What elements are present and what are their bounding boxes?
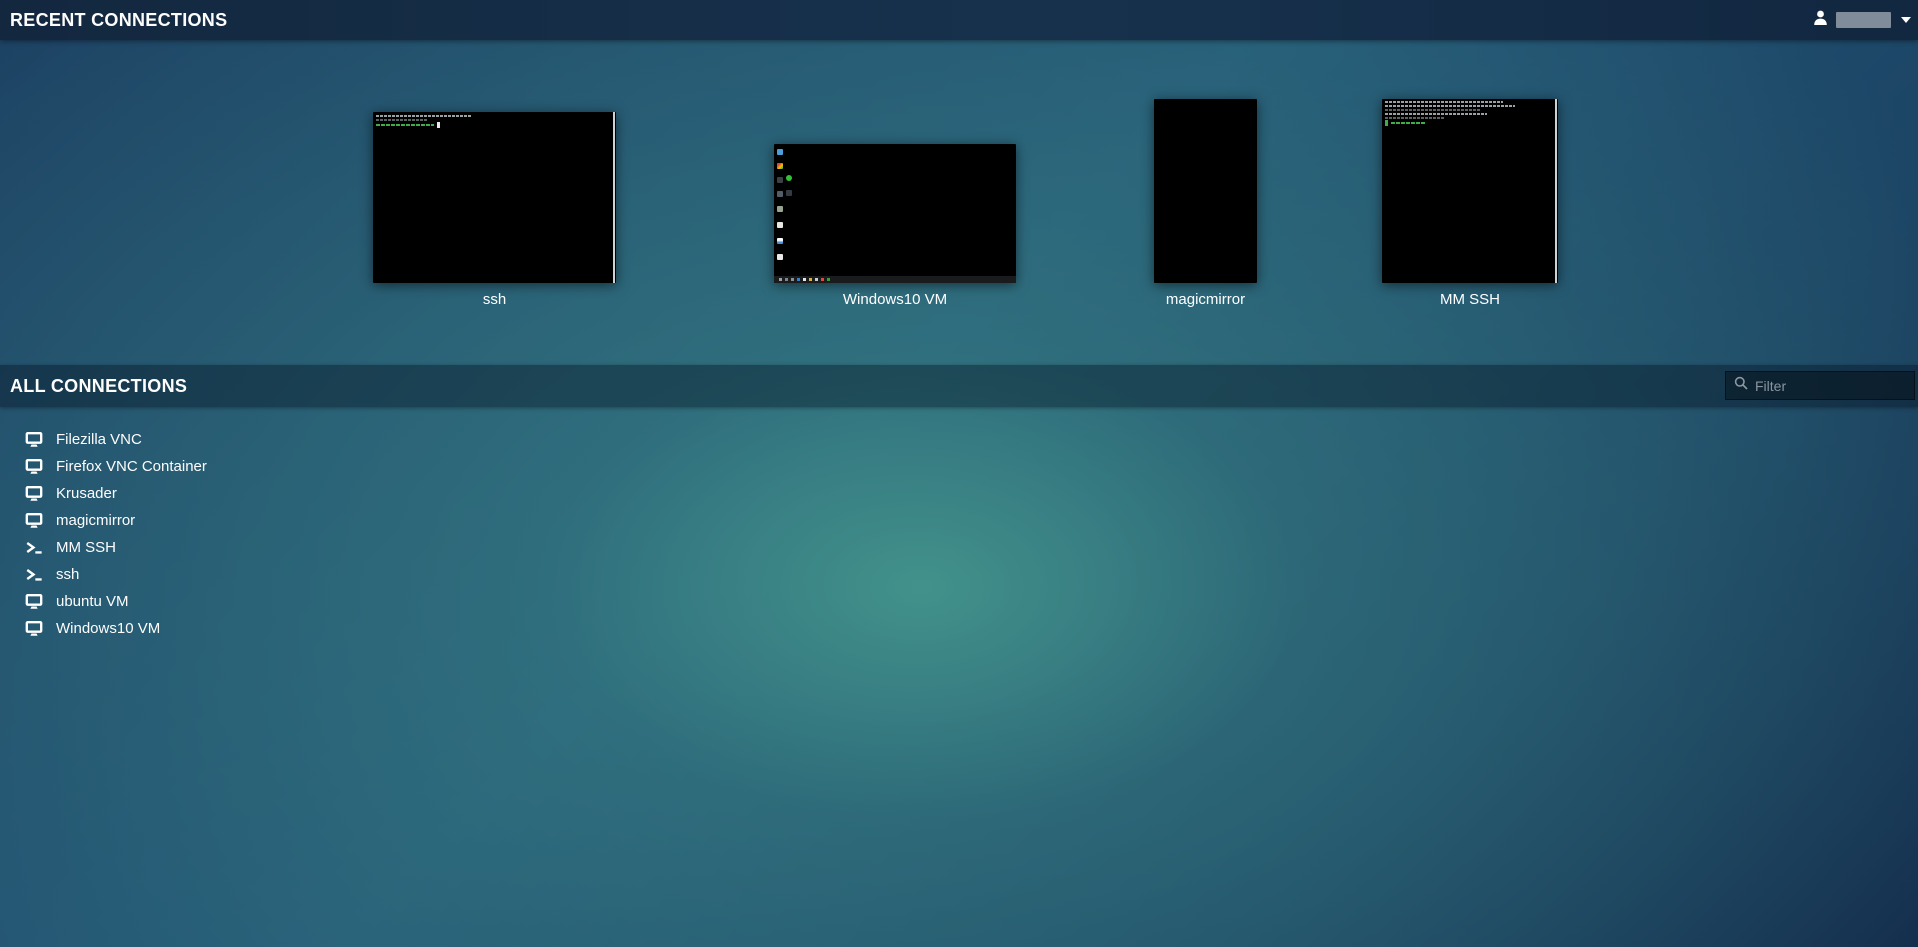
terminal-scrollbar [613, 112, 615, 283]
connection-item-label: ssh [56, 566, 79, 583]
terminal-scrollbar [1555, 99, 1557, 283]
monitor-icon [25, 620, 45, 638]
all-connections-title: ALL CONNECTIONS [0, 376, 187, 397]
user-icon [1812, 9, 1829, 31]
connection-item-label: Filezilla VNC [56, 431, 142, 448]
connection-thumbnail-magicmirror[interactable] [1154, 99, 1257, 283]
filter-input[interactable] [1755, 378, 1906, 394]
all-connections-list: Filezilla VNC Firefox VNC Container Krus… [0, 426, 900, 642]
connection-item-mm-ssh[interactable]: MM SSH [0, 534, 420, 561]
connection-item-label: MM SSH [56, 539, 116, 556]
connection-item-firefox-vnc-container[interactable]: Firefox VNC Container [0, 453, 420, 480]
desktop-icon [777, 206, 783, 212]
monitor-icon [25, 512, 45, 530]
connection-item-label: Windows10 VM [56, 620, 160, 637]
filter-box[interactable] [1725, 371, 1915, 400]
app-header: RECENT CONNECTIONS [0, 0, 1918, 40]
desktop-icon [777, 254, 783, 260]
desktop-icon [777, 149, 783, 155]
desktop-icon [777, 191, 783, 197]
connection-item-magicmirror[interactable]: magicmirror [0, 507, 420, 534]
desktop-icon [777, 238, 783, 244]
connection-thumbnail-mm-ssh[interactable] [1382, 99, 1558, 283]
caret-down-icon [1901, 17, 1911, 23]
connection-label: Windows10 VM [774, 291, 1016, 309]
desktop-icon [786, 175, 792, 181]
desktop-icon [777, 163, 783, 169]
connection-thumbnail-windows10-vm[interactable] [774, 144, 1016, 283]
connection-label: magicmirror [1154, 291, 1257, 309]
search-icon [1734, 376, 1748, 395]
desktop-icon [786, 190, 792, 196]
desktop-icon [777, 177, 783, 183]
connection-item-label: magicmirror [56, 512, 135, 529]
connection-item-krusader[interactable]: Krusader [0, 480, 420, 507]
user-menu[interactable] [1812, 0, 1911, 40]
connection-label: MM SSH [1382, 291, 1558, 309]
connection-item-label: Firefox VNC Container [56, 458, 207, 475]
monitor-icon [25, 431, 45, 449]
connection-item-windows10-vm[interactable]: Windows10 VM [0, 615, 420, 642]
connection-item-filezilla-vnc[interactable]: Filezilla VNC [0, 426, 420, 453]
all-connections-header: ALL CONNECTIONS [0, 365, 1918, 407]
recent-connections-title: RECENT CONNECTIONS [0, 10, 227, 31]
monitor-icon [25, 458, 45, 476]
username-redacted [1836, 12, 1891, 28]
monitor-icon [25, 593, 45, 611]
connection-item-label: Krusader [56, 485, 117, 502]
connection-item-ssh[interactable]: ssh [0, 561, 420, 588]
connection-thumbnail-ssh[interactable] [373, 112, 616, 283]
connection-item-ubuntu-vm[interactable]: ubuntu VM [0, 588, 420, 615]
connection-item-label: ubuntu VM [56, 593, 129, 610]
guacamole-home-page: RECENT CONNECTIONS ssh [0, 0, 1918, 947]
connection-label: ssh [373, 291, 616, 309]
terminal-icon [25, 566, 45, 584]
monitor-icon [25, 485, 45, 503]
desktop-icon [777, 222, 783, 228]
terminal-icon [25, 539, 45, 557]
windows-taskbar [774, 276, 1016, 283]
